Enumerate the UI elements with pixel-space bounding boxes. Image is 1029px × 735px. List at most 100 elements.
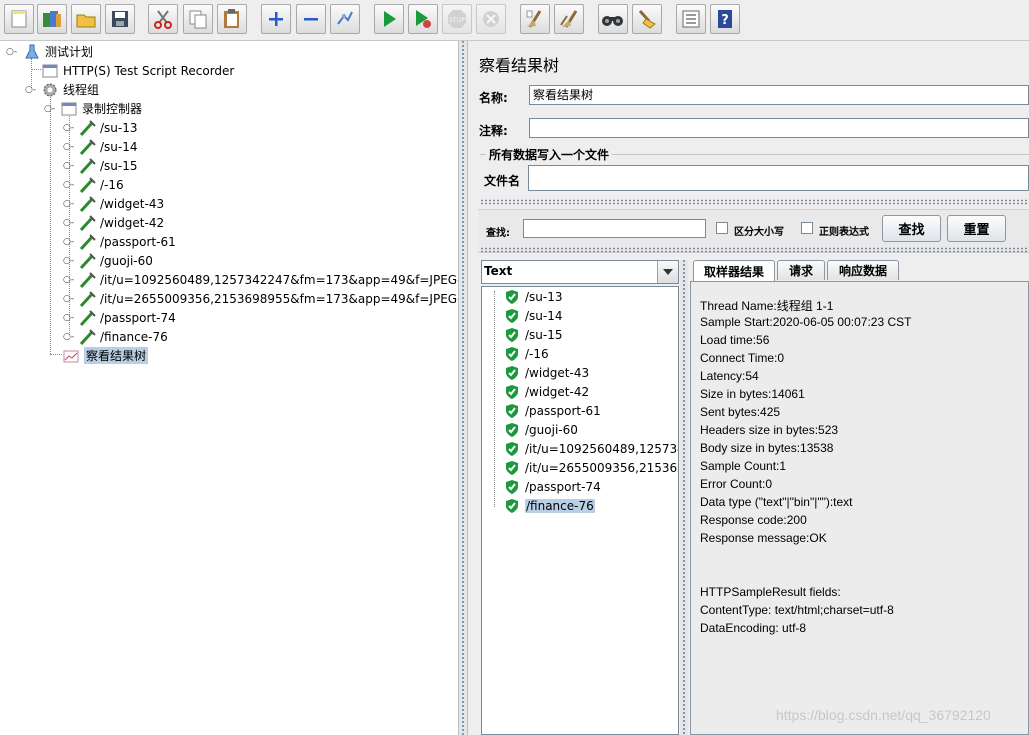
search-input[interactable] — [523, 219, 706, 238]
tab-response-data[interactable]: 响应数据 — [827, 260, 899, 280]
pipette-icon — [78, 214, 96, 232]
expand-handle-icon[interactable]: ○- — [63, 256, 78, 266]
find-button[interactable]: 查找 — [882, 215, 941, 242]
collapse-handle-icon[interactable]: ○- — [25, 85, 41, 95]
toggle-button[interactable] — [330, 4, 360, 34]
collapse-handle-icon[interactable]: ○- — [44, 104, 60, 114]
tree-node-label: /guoji-60 — [100, 253, 153, 268]
comment-label: 注释: — [479, 124, 508, 138]
pipette-icon — [78, 233, 96, 251]
results-splitter[interactable] — [680, 260, 688, 735]
collapse-button[interactable] — [296, 4, 326, 34]
stop-button[interactable]: STOP — [442, 4, 472, 34]
view-results-tree-panel: 察看结果树 名称: 察看结果树 注释: 所有数据写入一个文件 文件名 查找: 区… — [468, 41, 1029, 735]
list-item[interactable]: /finance-76 — [490, 496, 595, 515]
list-item[interactable]: /widget-43 — [490, 363, 589, 382]
new-button[interactable] — [4, 4, 34, 34]
expand-handle-icon[interactable]: ○- — [63, 332, 78, 342]
tree-node-view-results-tree[interactable]: 察看结果树 — [62, 346, 149, 365]
tree-node-sampler[interactable]: ○- /it/u=2655009356,2153698955&fm=173&app… — [63, 289, 477, 308]
function-helper-button[interactable] — [676, 4, 706, 34]
tree-node-label: /it/u=1092560489,1257342247&fm=173&app=4… — [100, 272, 477, 287]
paste-icon — [224, 9, 239, 28]
expand-handle-icon[interactable]: ○- — [63, 199, 78, 209]
expand-handle-icon[interactable]: ○- — [63, 237, 78, 247]
reset-button[interactable]: 重置 — [947, 215, 1006, 242]
tab-request[interactable]: 请求 — [777, 260, 825, 280]
list-item[interactable]: /su-13 — [490, 287, 563, 306]
list-item[interactable]: /su-14 — [490, 306, 563, 325]
expand-handle-icon[interactable]: ○- — [63, 180, 78, 190]
tree-node-sampler[interactable]: ○- /-16 — [63, 175, 124, 194]
list-item[interactable]: /su-15 — [490, 325, 563, 344]
tab-sampler-result[interactable]: 取样器结果 — [693, 260, 775, 281]
list-item[interactable]: /passport-74 — [490, 477, 601, 496]
clear-button[interactable] — [520, 4, 550, 34]
list-item[interactable]: /guoji-60 — [490, 420, 578, 439]
clear-all-button[interactable] — [554, 4, 584, 34]
comment-field[interactable] — [529, 118, 1029, 138]
tree-node-recorder[interactable]: HTTP(S) Test Script Recorder — [41, 61, 234, 80]
expand-handle-icon[interactable]: ○- — [63, 218, 78, 228]
tree-node-sampler[interactable]: ○- /passport-61 — [63, 232, 176, 251]
expand-handle-icon[interactable]: ○- — [63, 161, 78, 171]
tree-node-sampler[interactable]: ○- /su-15 — [63, 156, 138, 175]
chevron-down-icon[interactable] — [657, 261, 678, 283]
main-splitter[interactable] — [458, 41, 468, 735]
tree-node-sampler[interactable]: ○- /guoji-60 — [63, 251, 153, 270]
tree-node-sampler[interactable]: ○- /finance-76 — [63, 327, 168, 346]
expand-handle-icon[interactable]: ○- — [63, 123, 78, 133]
tree-node-thread-group[interactable]: ○- 线程组 — [25, 80, 99, 99]
filename-field[interactable] — [528, 165, 1029, 191]
result-line: Connect Time:0 — [700, 351, 785, 365]
tree-node-sampler[interactable]: ○- /it/u=1092560489,1257342247&fm=173&app… — [63, 270, 477, 289]
tree-node-label: /finance-76 — [100, 329, 168, 344]
save-button[interactable] — [105, 4, 135, 34]
templates-button[interactable] — [37, 4, 67, 34]
success-shield-icon — [506, 498, 518, 513]
list-item[interactable]: /passport-61 — [490, 401, 601, 420]
tree-node-label: /-16 — [100, 177, 124, 192]
start-no-pause-button[interactable] — [408, 4, 438, 34]
tree-node-test-plan[interactable]: ○- 测试计划 — [6, 42, 93, 61]
expand-handle-icon[interactable]: ○- — [63, 313, 78, 323]
paste-button[interactable] — [217, 4, 247, 34]
tree-node-sampler[interactable]: ○- /su-13 — [63, 118, 138, 137]
list-item[interactable]: /it/u=1092560489,12573422 — [490, 439, 678, 458]
renderer-select[interactable]: Text — [481, 260, 679, 284]
expand-button[interactable] — [261, 4, 291, 34]
copy-button[interactable] — [183, 4, 213, 34]
shutdown-button[interactable] — [476, 4, 506, 34]
tree-node-sampler[interactable]: ○- /passport-74 — [63, 308, 176, 327]
list-item[interactable]: /widget-42 — [490, 382, 589, 401]
case-sensitive-checkbox[interactable] — [716, 222, 728, 234]
help-button[interactable]: ? — [710, 4, 740, 34]
expand-handle-icon[interactable]: ○- — [63, 275, 78, 285]
tree-node-recording-controller[interactable]: ○- 录制控制器 — [44, 99, 142, 118]
start-icon — [384, 11, 396, 27]
name-field[interactable]: 察看结果树 — [529, 85, 1029, 105]
regex-checkbox[interactable] — [801, 222, 813, 234]
tree-node-sampler[interactable]: ○- /widget-42 — [63, 213, 164, 232]
expand-handle-icon[interactable]: ○- — [63, 294, 78, 304]
list-item[interactable]: /-16 — [490, 344, 549, 363]
collapse-handle-icon[interactable]: ○- — [6, 47, 23, 57]
tree-node-label: 测试计划 — [45, 45, 94, 59]
cut-button[interactable] — [148, 4, 178, 34]
expand-handle-icon[interactable]: ○- — [63, 142, 78, 152]
collapse-divider[interactable] — [480, 247, 1029, 253]
results-list: /su-13 /su-14 /su-15 /-16 /widget-43 /wi… — [481, 286, 679, 735]
toggle-icon — [337, 11, 353, 25]
file-group-title: 所有数据写入一个文件 — [486, 146, 613, 163]
tree-node-sampler[interactable]: ○- /widget-43 — [63, 194, 164, 213]
open-button[interactable] — [71, 4, 101, 34]
list-item[interactable]: /it/u=2655009356,21536989 — [490, 458, 678, 477]
chart-icon — [62, 347, 80, 365]
start-button[interactable] — [374, 4, 404, 34]
success-shield-icon — [506, 422, 518, 437]
collapse-divider[interactable] — [480, 199, 1029, 205]
search-button[interactable] — [598, 4, 628, 34]
flask-icon — [23, 43, 41, 61]
tree-node-sampler[interactable]: ○- /su-14 — [63, 137, 138, 156]
reset-search-button[interactable] — [632, 4, 662, 34]
